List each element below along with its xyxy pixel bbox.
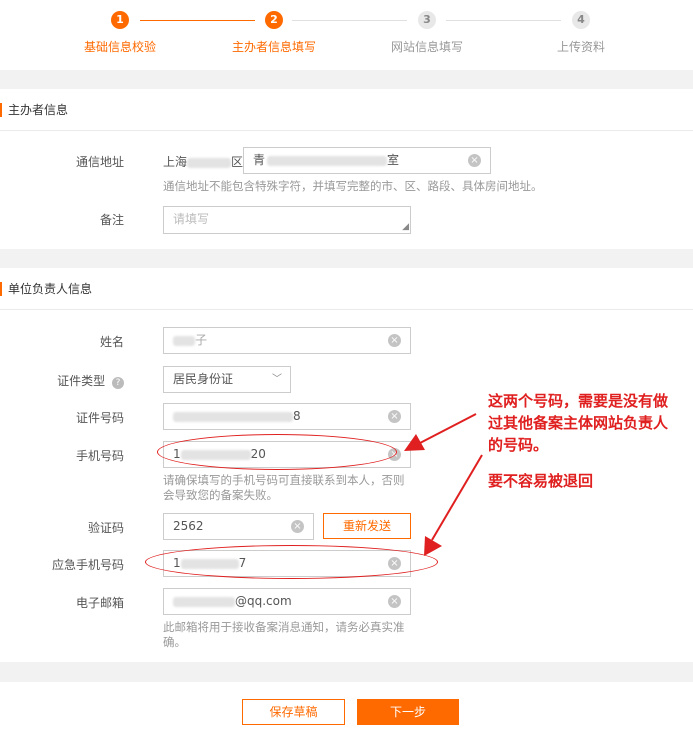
address-value-b: 室 <box>387 153 400 167</box>
step-label: 基础信息校验 <box>83 40 156 54</box>
id-type-value: 居民身份证 <box>173 372 234 386</box>
emergency-phone-label: 应急手机号码 <box>51 558 124 572</box>
phone-tail: 20 <box>250 447 266 461</box>
chevron-down-icon: ﹀ <box>272 374 282 385</box>
name-label: 姓名 <box>99 335 124 349</box>
step-sponsor-info: 2 主办者信息填写 <box>204 11 344 55</box>
step-label: 网站信息填写 <box>390 40 463 54</box>
annotation-line: 的号码。 <box>488 436 549 454</box>
address-province-text: 上海 区 <box>163 153 243 170</box>
progress-steps: 1 基础信息校验 2 主办者信息填写 3 网站信息填写 4 上传资料 <box>0 0 693 70</box>
redacted-block <box>180 558 239 569</box>
phone-input[interactable]: 1 20 × <box>163 441 411 468</box>
redacted-block <box>187 157 232 168</box>
emergency-tail: 7 <box>238 556 247 570</box>
clear-icon[interactable]: × <box>291 520 304 533</box>
step-basic-check: 1 基础信息校验 <box>50 11 190 55</box>
redacted-block <box>180 449 251 460</box>
footer-bar: 保存草稿 下一步 <box>0 682 693 744</box>
clear-icon[interactable]: × <box>388 334 401 347</box>
step-number: 1 <box>111 11 129 29</box>
annotation-line: 过其他备案主体网站负责人 <box>488 414 669 432</box>
phone-label: 手机号码 <box>75 449 124 463</box>
step-upload-docs: 4 上传资料 <box>511 11 651 55</box>
id-type-select[interactable]: 居民身份证 ﹀ <box>163 366 291 393</box>
name-input[interactable]: 子 × <box>163 327 411 354</box>
address-prefix-b: 区 <box>231 155 244 169</box>
note-textarea[interactable]: 请填写 ◢ <box>163 206 411 234</box>
id-number-label: 证件号码 <box>75 411 124 425</box>
clear-icon[interactable]: × <box>468 154 481 167</box>
emergency-phone-input[interactable]: 1 7 × <box>163 550 411 577</box>
code-label: 验证码 <box>87 521 124 535</box>
step-label: 主办者信息填写 <box>231 40 316 54</box>
step-label: 上传资料 <box>556 40 605 54</box>
section-title: 单位负责人信息 <box>0 268 693 310</box>
clear-icon[interactable]: × <box>388 595 401 608</box>
resize-handle-icon[interactable]: ◢ <box>402 223 409 232</box>
next-step-button[interactable]: 下一步 <box>357 699 459 725</box>
step-website-info: 3 网站信息填写 <box>357 11 497 55</box>
address-value-a: 青 <box>253 153 266 167</box>
phone-help-text: 请确保填写的手机号码可直接联系到本人，否则会导致您的备案失败。 <box>163 473 405 502</box>
clear-icon[interactable]: × <box>388 557 401 570</box>
step-number: 4 <box>572 11 590 29</box>
redacted-block <box>267 155 388 166</box>
id-type-label: 证件类型 ? <box>4 372 124 389</box>
address-help-text: 通信地址不能包含特殊字符，并填写完整的市、区、路段、具体房间地址。 <box>163 179 543 193</box>
email-help-text: 此邮箱将用于接收备案消息通知，请务必真实准确。 <box>163 620 405 649</box>
id-number-input[interactable]: 8 × <box>163 403 411 430</box>
resend-code-button[interactable]: 重新发送 <box>323 513 411 539</box>
help-icon[interactable]: ? <box>112 377 124 389</box>
phone-head: 1 <box>173 447 181 461</box>
annotation-note: 这两个号码，需要是没有做 过其他备案主体网站负责人 的号码。 要不容易被退回 <box>488 390 693 492</box>
address-input[interactable]: 青 室 × <box>243 147 491 174</box>
step-number: 3 <box>418 11 436 29</box>
note-label: 备注 <box>99 213 124 227</box>
section-title: 主办者信息 <box>0 89 693 131</box>
save-draft-button[interactable]: 保存草稿 <box>242 699 345 725</box>
id-number-tail: 8 <box>293 409 301 423</box>
address-label: 通信地址 <box>75 155 124 169</box>
id-type-label-text: 证件类型 <box>57 374 106 388</box>
clear-icon[interactable]: × <box>388 448 401 461</box>
annotation-line: 要不容易被退回 <box>488 472 594 490</box>
note-placeholder: 请填写 <box>173 212 210 226</box>
step-number: 2 <box>265 11 283 29</box>
name-value-tail: 子 <box>195 333 208 347</box>
code-value: 2562 <box>173 519 204 533</box>
verification-code-input[interactable]: 2562 × <box>163 513 314 540</box>
redacted-block <box>173 596 235 607</box>
address-prefix-a: 上海 <box>163 155 188 169</box>
redacted-block <box>173 335 195 346</box>
email-tail: @qq.com <box>235 594 292 608</box>
annotation-line: 这两个号码，需要是没有做 <box>488 392 669 410</box>
redacted-block <box>173 411 293 422</box>
email-input[interactable]: @qq.com × <box>163 588 411 615</box>
emergency-head: 1 <box>173 556 181 570</box>
sponsor-section: 主办者信息 通信地址 上海 区 青 室 × 通信地址不能包含特殊字符，并填写完整的市… <box>0 89 693 249</box>
clear-icon[interactable]: × <box>388 410 401 423</box>
email-label: 电子邮箱 <box>75 596 124 610</box>
